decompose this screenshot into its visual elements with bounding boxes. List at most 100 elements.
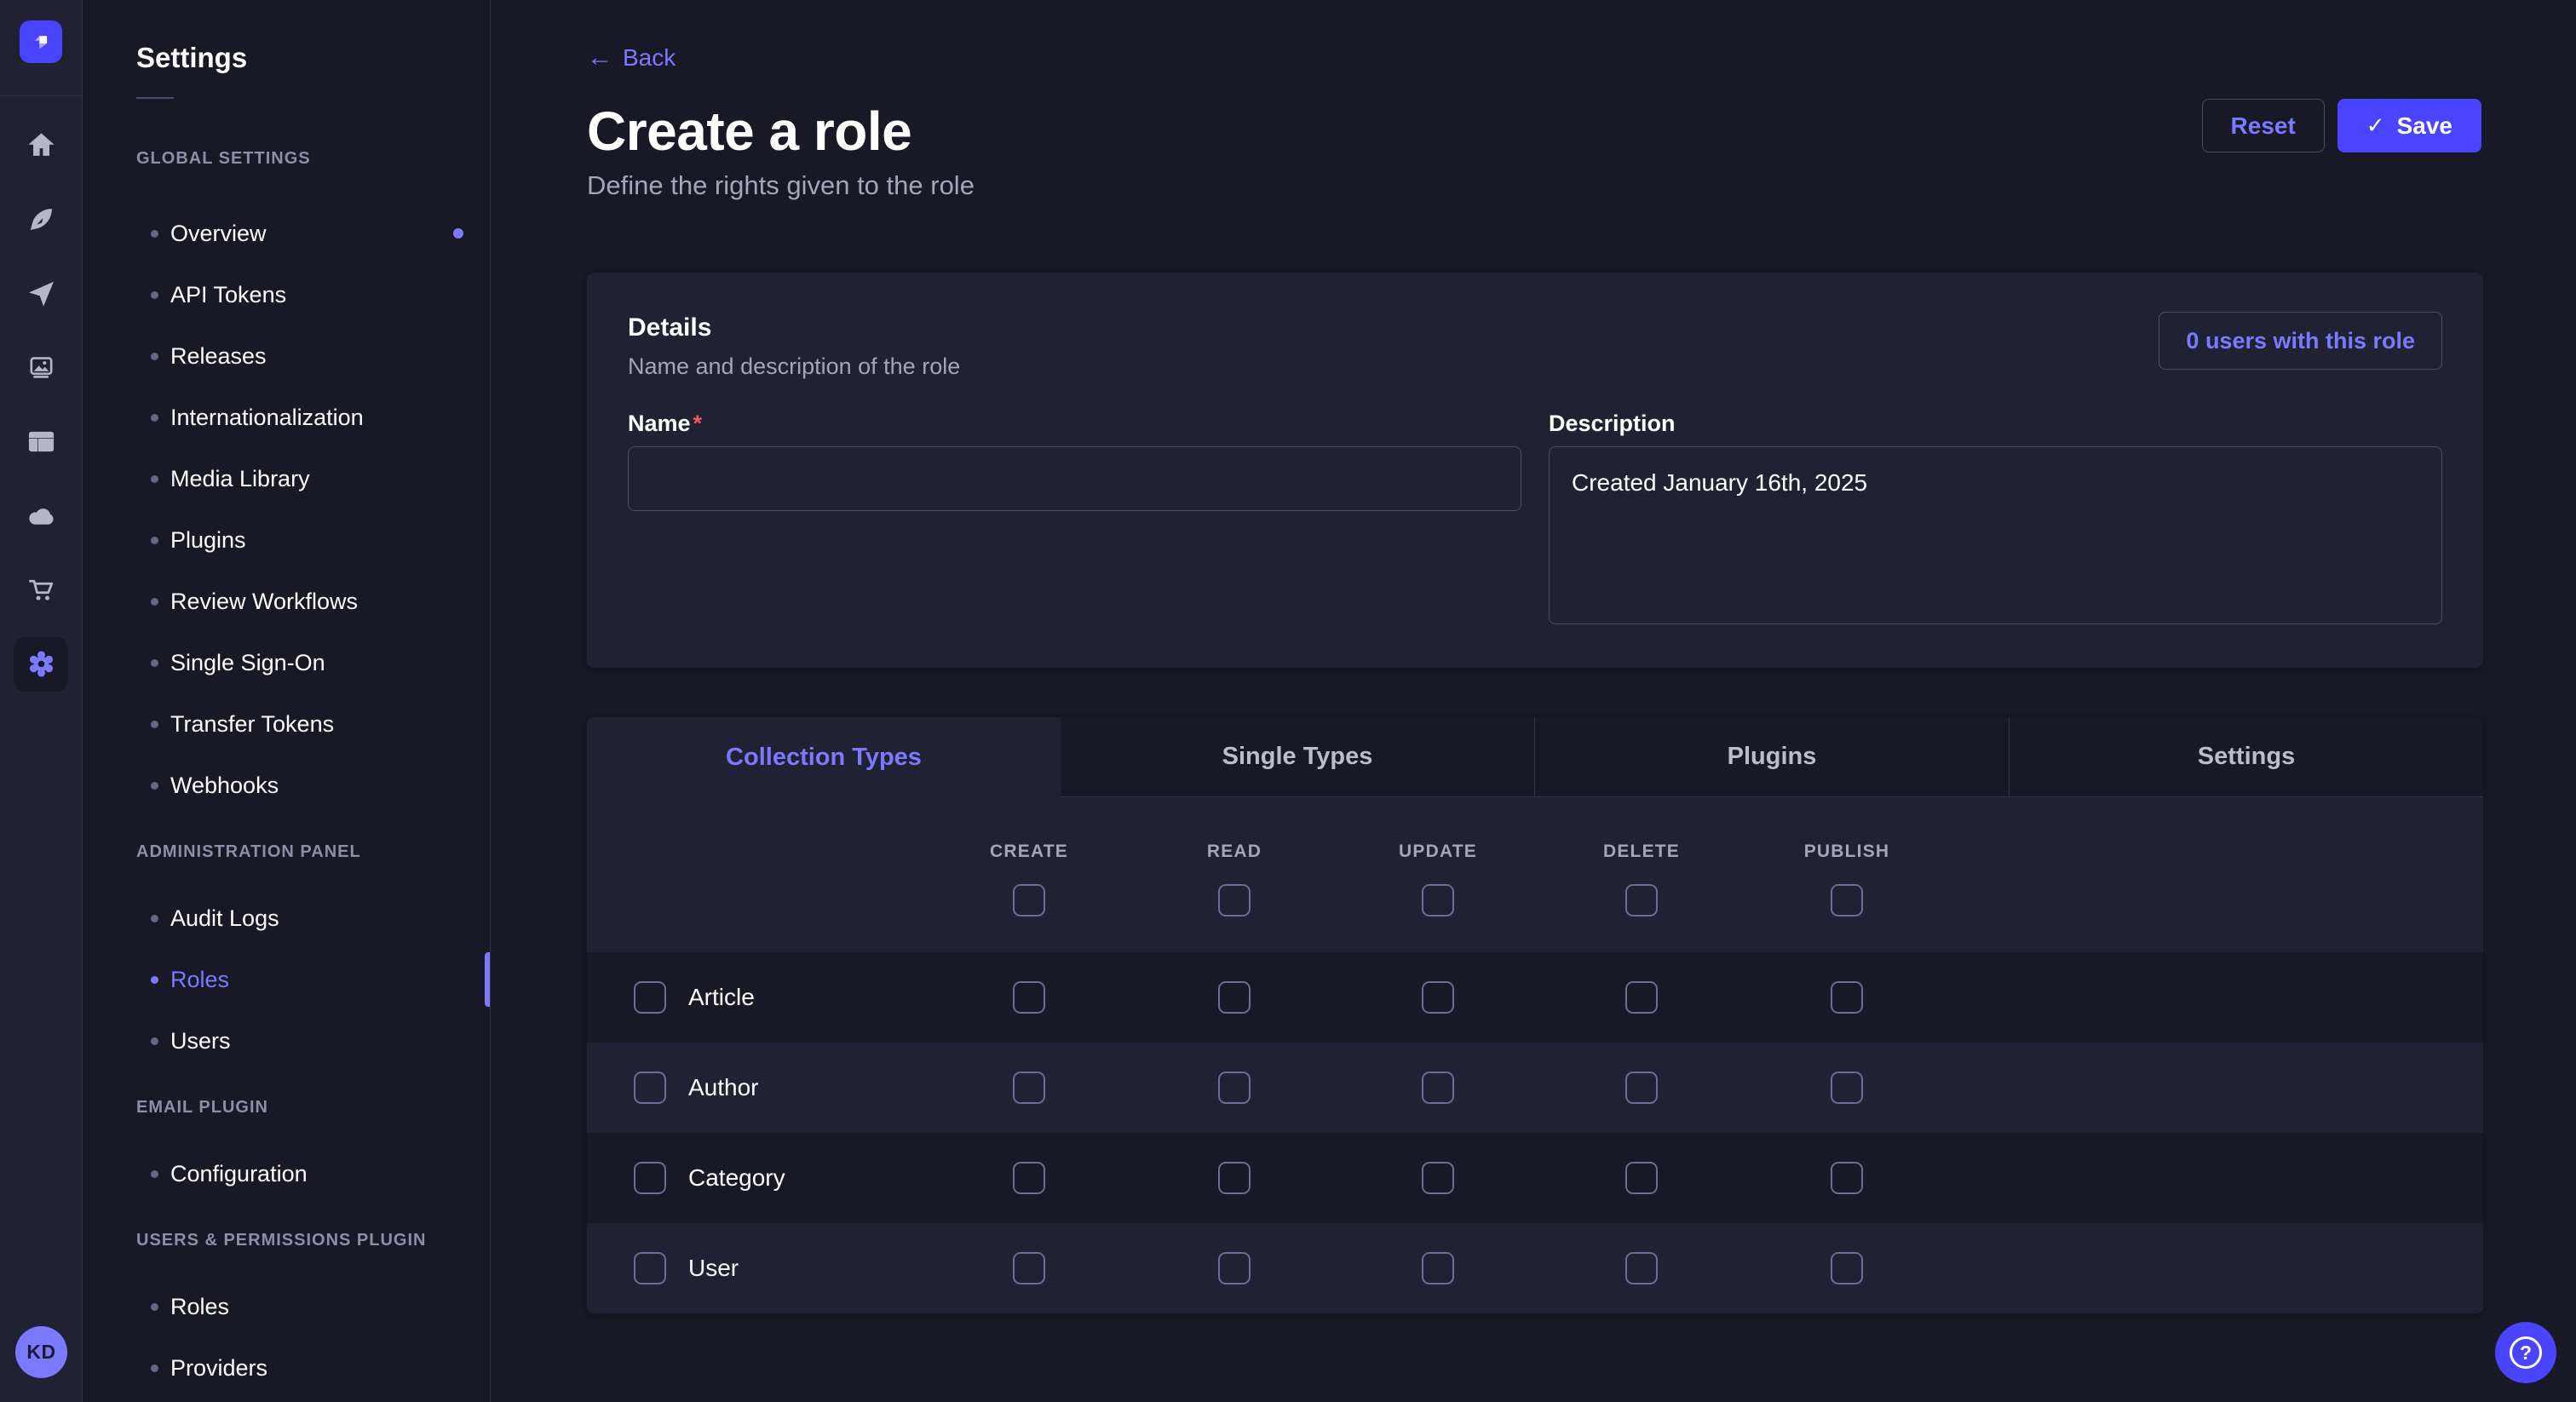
logo-section bbox=[0, 0, 82, 96]
header-actions: Reset ✓ Save bbox=[2202, 99, 2481, 152]
nav-section-heading: USERS & PERMISSIONS PLUGIN bbox=[136, 1230, 490, 1250]
settings-nav-item-plugins[interactable]: Plugins bbox=[83, 509, 490, 571]
nav-item-label: Users bbox=[170, 1028, 231, 1054]
perm-author-update-checkbox[interactable] bbox=[1422, 1072, 1454, 1104]
settings-nav-item-transfer-tokens[interactable]: Transfer Tokens bbox=[83, 693, 490, 755]
nav-item-label: Audit Logs bbox=[170, 905, 279, 932]
perm-category-update-checkbox[interactable] bbox=[1422, 1162, 1454, 1194]
user-avatar[interactable]: KD bbox=[15, 1326, 67, 1378]
nav-item-label: Media Library bbox=[170, 466, 310, 492]
perm-user-publish-checkbox[interactable] bbox=[1831, 1252, 1863, 1284]
perm-user-update-checkbox[interactable] bbox=[1422, 1252, 1454, 1284]
users-with-role-button[interactable]: 0 users with this role bbox=[2159, 312, 2442, 370]
paper-plane-icon[interactable] bbox=[4, 256, 78, 330]
cloud-icon[interactable] bbox=[4, 479, 78, 553]
select-row-category-checkbox[interactable] bbox=[634, 1162, 666, 1194]
perm-article-publish-checkbox[interactable] bbox=[1831, 981, 1863, 1014]
settings-nav-item-roles[interactable]: Roles bbox=[83, 1276, 490, 1337]
bullet-icon bbox=[151, 782, 158, 790]
settings-nav-item-overview[interactable]: Overview bbox=[83, 203, 490, 264]
nav-item-label: Overview bbox=[170, 221, 267, 247]
icon-sidebar: KD bbox=[0, 0, 83, 1402]
tab-single-types[interactable]: Single Types bbox=[1061, 717, 1534, 797]
settings-nav-item-audit-logs[interactable]: Audit Logs bbox=[83, 888, 490, 949]
help-icon: ? bbox=[2510, 1336, 2542, 1369]
back-link[interactable]: ← Back bbox=[587, 44, 676, 72]
settings-nav-item-webhooks[interactable]: Webhooks bbox=[83, 755, 490, 816]
perm-user-create-checkbox[interactable] bbox=[1013, 1252, 1045, 1284]
tab-plugins[interactable]: Plugins bbox=[1534, 717, 2009, 797]
settings-nav-item-single-sign-on[interactable]: Single Sign-On bbox=[83, 632, 490, 693]
perm-article-update-checkbox[interactable] bbox=[1422, 981, 1454, 1014]
settings-nav-item-review-workflows[interactable]: Review Workflows bbox=[83, 571, 490, 632]
select-all-delete-checkbox[interactable] bbox=[1625, 884, 1658, 916]
strapi-logo[interactable] bbox=[20, 20, 62, 63]
perm-author-create-checkbox[interactable] bbox=[1013, 1072, 1045, 1104]
settings-nav-item-roles[interactable]: Roles bbox=[83, 949, 490, 1010]
select-row-author-checkbox[interactable] bbox=[634, 1072, 666, 1104]
name-input[interactable] bbox=[628, 446, 1521, 511]
row-label: Category bbox=[688, 1164, 785, 1192]
back-arrow-icon: ← bbox=[587, 45, 612, 71]
settings-nav-item-releases[interactable]: Releases bbox=[83, 325, 490, 387]
nav-section-heading: GLOBAL SETTINGS bbox=[136, 148, 490, 169]
perm-author-publish-checkbox[interactable] bbox=[1831, 1072, 1863, 1104]
perm-category-create-checkbox[interactable] bbox=[1013, 1162, 1045, 1194]
nav-section: USERS & PERMISSIONS PLUGIN RolesProviders bbox=[83, 1230, 490, 1399]
settings-nav-item-api-tokens[interactable]: API Tokens bbox=[83, 264, 490, 325]
help-button[interactable]: ? bbox=[2495, 1322, 2556, 1383]
feather-icon[interactable] bbox=[4, 182, 78, 256]
nav-item-label: Webhooks bbox=[170, 773, 279, 799]
rail-icon-list bbox=[0, 96, 82, 701]
perm-author-read-checkbox[interactable] bbox=[1218, 1072, 1251, 1104]
select-row-article-checkbox[interactable] bbox=[634, 981, 666, 1014]
name-label: Name* bbox=[628, 409, 1521, 438]
column-header-create: CREATE bbox=[990, 842, 1068, 862]
perm-article-read-checkbox[interactable] bbox=[1218, 981, 1251, 1014]
description-textarea[interactable]: Created January 16th, 2025 bbox=[1549, 446, 2442, 624]
perm-article-create-checkbox[interactable] bbox=[1013, 981, 1045, 1014]
save-button[interactable]: ✓ Save bbox=[2337, 99, 2481, 152]
tab-collection-types[interactable]: Collection Types bbox=[587, 717, 1061, 797]
select-all-create-checkbox[interactable] bbox=[1013, 884, 1045, 916]
settings-nav-item-media-library[interactable]: Media Library bbox=[83, 448, 490, 509]
perm-article-delete-checkbox[interactable] bbox=[1625, 981, 1658, 1014]
bullet-icon bbox=[151, 475, 158, 483]
select-row-user-checkbox[interactable] bbox=[634, 1252, 666, 1284]
nav-section-heading: EMAIL PLUGIN bbox=[136, 1097, 490, 1118]
layout-icon[interactable] bbox=[4, 405, 78, 479]
permissions-table-header: CREATEREADUPDATEDELETEPUBLISH bbox=[587, 797, 2483, 952]
settings-nav-item-configuration[interactable]: Configuration bbox=[83, 1143, 490, 1204]
perm-category-publish-checkbox[interactable] bbox=[1831, 1162, 1863, 1194]
details-heading-block: Details Name and description of the role bbox=[628, 312, 960, 382]
perm-author-delete-checkbox[interactable] bbox=[1625, 1072, 1658, 1104]
cart-icon[interactable] bbox=[4, 553, 78, 627]
permission-row-article: Article bbox=[587, 952, 2483, 1043]
description-field-group: Description Created January 16th, 2025 bbox=[1549, 409, 2442, 629]
permissions-card: Collection TypesSingle TypesPluginsSetti… bbox=[587, 717, 2483, 1313]
required-asterisk: * bbox=[693, 411, 703, 436]
perm-category-read-checkbox[interactable] bbox=[1218, 1162, 1251, 1194]
save-label: Save bbox=[2397, 112, 2452, 140]
reset-button[interactable]: Reset bbox=[2202, 99, 2325, 152]
settings-nav-item-providers[interactable]: Providers bbox=[83, 1337, 490, 1399]
bullet-icon bbox=[151, 414, 158, 422]
home-icon[interactable] bbox=[4, 108, 78, 182]
permissions-tabs: Collection TypesSingle TypesPluginsSetti… bbox=[587, 717, 2483, 797]
select-all-read-checkbox[interactable] bbox=[1218, 884, 1251, 916]
notification-dot-icon bbox=[453, 228, 463, 238]
settings-nav-item-users[interactable]: Users bbox=[83, 1010, 490, 1072]
media-library-icon[interactable] bbox=[4, 330, 78, 405]
perm-user-read-checkbox[interactable] bbox=[1218, 1252, 1251, 1284]
perm-user-delete-checkbox[interactable] bbox=[1625, 1252, 1658, 1284]
settings-gear-icon[interactable] bbox=[4, 627, 78, 701]
active-icon-background bbox=[14, 637, 68, 692]
settings-nav-item-internationalization[interactable]: Internationalization bbox=[83, 387, 490, 448]
perm-category-delete-checkbox[interactable] bbox=[1625, 1162, 1658, 1194]
select-all-publish-checkbox[interactable] bbox=[1831, 884, 1863, 916]
nav-item-label: Roles bbox=[170, 967, 229, 993]
bullet-icon bbox=[151, 1037, 158, 1045]
select-all-update-checkbox[interactable] bbox=[1422, 884, 1454, 916]
tab-settings[interactable]: Settings bbox=[2009, 717, 2483, 797]
bullet-icon bbox=[151, 659, 158, 667]
